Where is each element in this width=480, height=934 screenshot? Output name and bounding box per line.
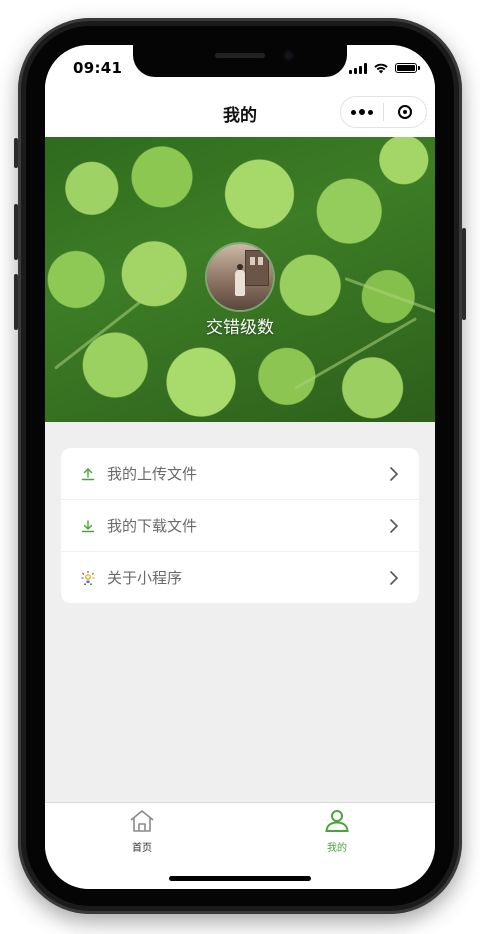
avatar[interactable]	[207, 244, 273, 310]
tab-home[interactable]: 首页	[97, 809, 187, 854]
wifi-icon	[374, 63, 388, 74]
more-options-icon[interactable]	[341, 109, 383, 115]
menu-item-label: 关于小程序	[107, 569, 183, 587]
menu-card: 我的上传文件 我的下载文件 关于小程序	[61, 448, 419, 603]
menu-item-label: 我的下载文件	[107, 517, 198, 535]
person-icon	[325, 810, 349, 832]
download-icon	[79, 517, 97, 535]
chevron-right-icon	[385, 465, 403, 483]
status-time: 09:41	[73, 59, 123, 77]
app-screen: 09:41 我的 交错级数 我的上传文件 我的下载文件 关于小程序 首页 我的	[45, 45, 435, 889]
notch	[133, 45, 347, 77]
tab-bar: 首页 我的	[45, 802, 435, 889]
home-icon	[130, 810, 154, 832]
nav-bar: 我的	[45, 89, 435, 137]
close-mini-program-icon[interactable]	[384, 105, 426, 119]
chevron-right-icon	[385, 517, 403, 535]
mini-program-capsule	[340, 96, 427, 128]
tab-label: 我的	[327, 843, 347, 854]
menu-item-downloads[interactable]: 我的下载文件	[61, 499, 419, 551]
profile-banner: 交错级数	[45, 137, 435, 422]
sparkle-icon	[79, 569, 97, 587]
menu-item-uploads[interactable]: 我的上传文件	[61, 448, 419, 499]
home-indicator	[169, 876, 311, 881]
battery-icon	[395, 63, 420, 73]
chevron-right-icon	[385, 569, 403, 587]
upload-icon	[79, 465, 97, 483]
menu-item-about[interactable]: 关于小程序	[61, 551, 419, 603]
user-nickname: 交错级数	[206, 318, 274, 338]
tab-label: 首页	[132, 843, 152, 854]
signal-icon	[349, 62, 367, 74]
menu-item-label: 我的上传文件	[107, 465, 198, 483]
tab-mine[interactable]: 我的	[292, 809, 382, 854]
